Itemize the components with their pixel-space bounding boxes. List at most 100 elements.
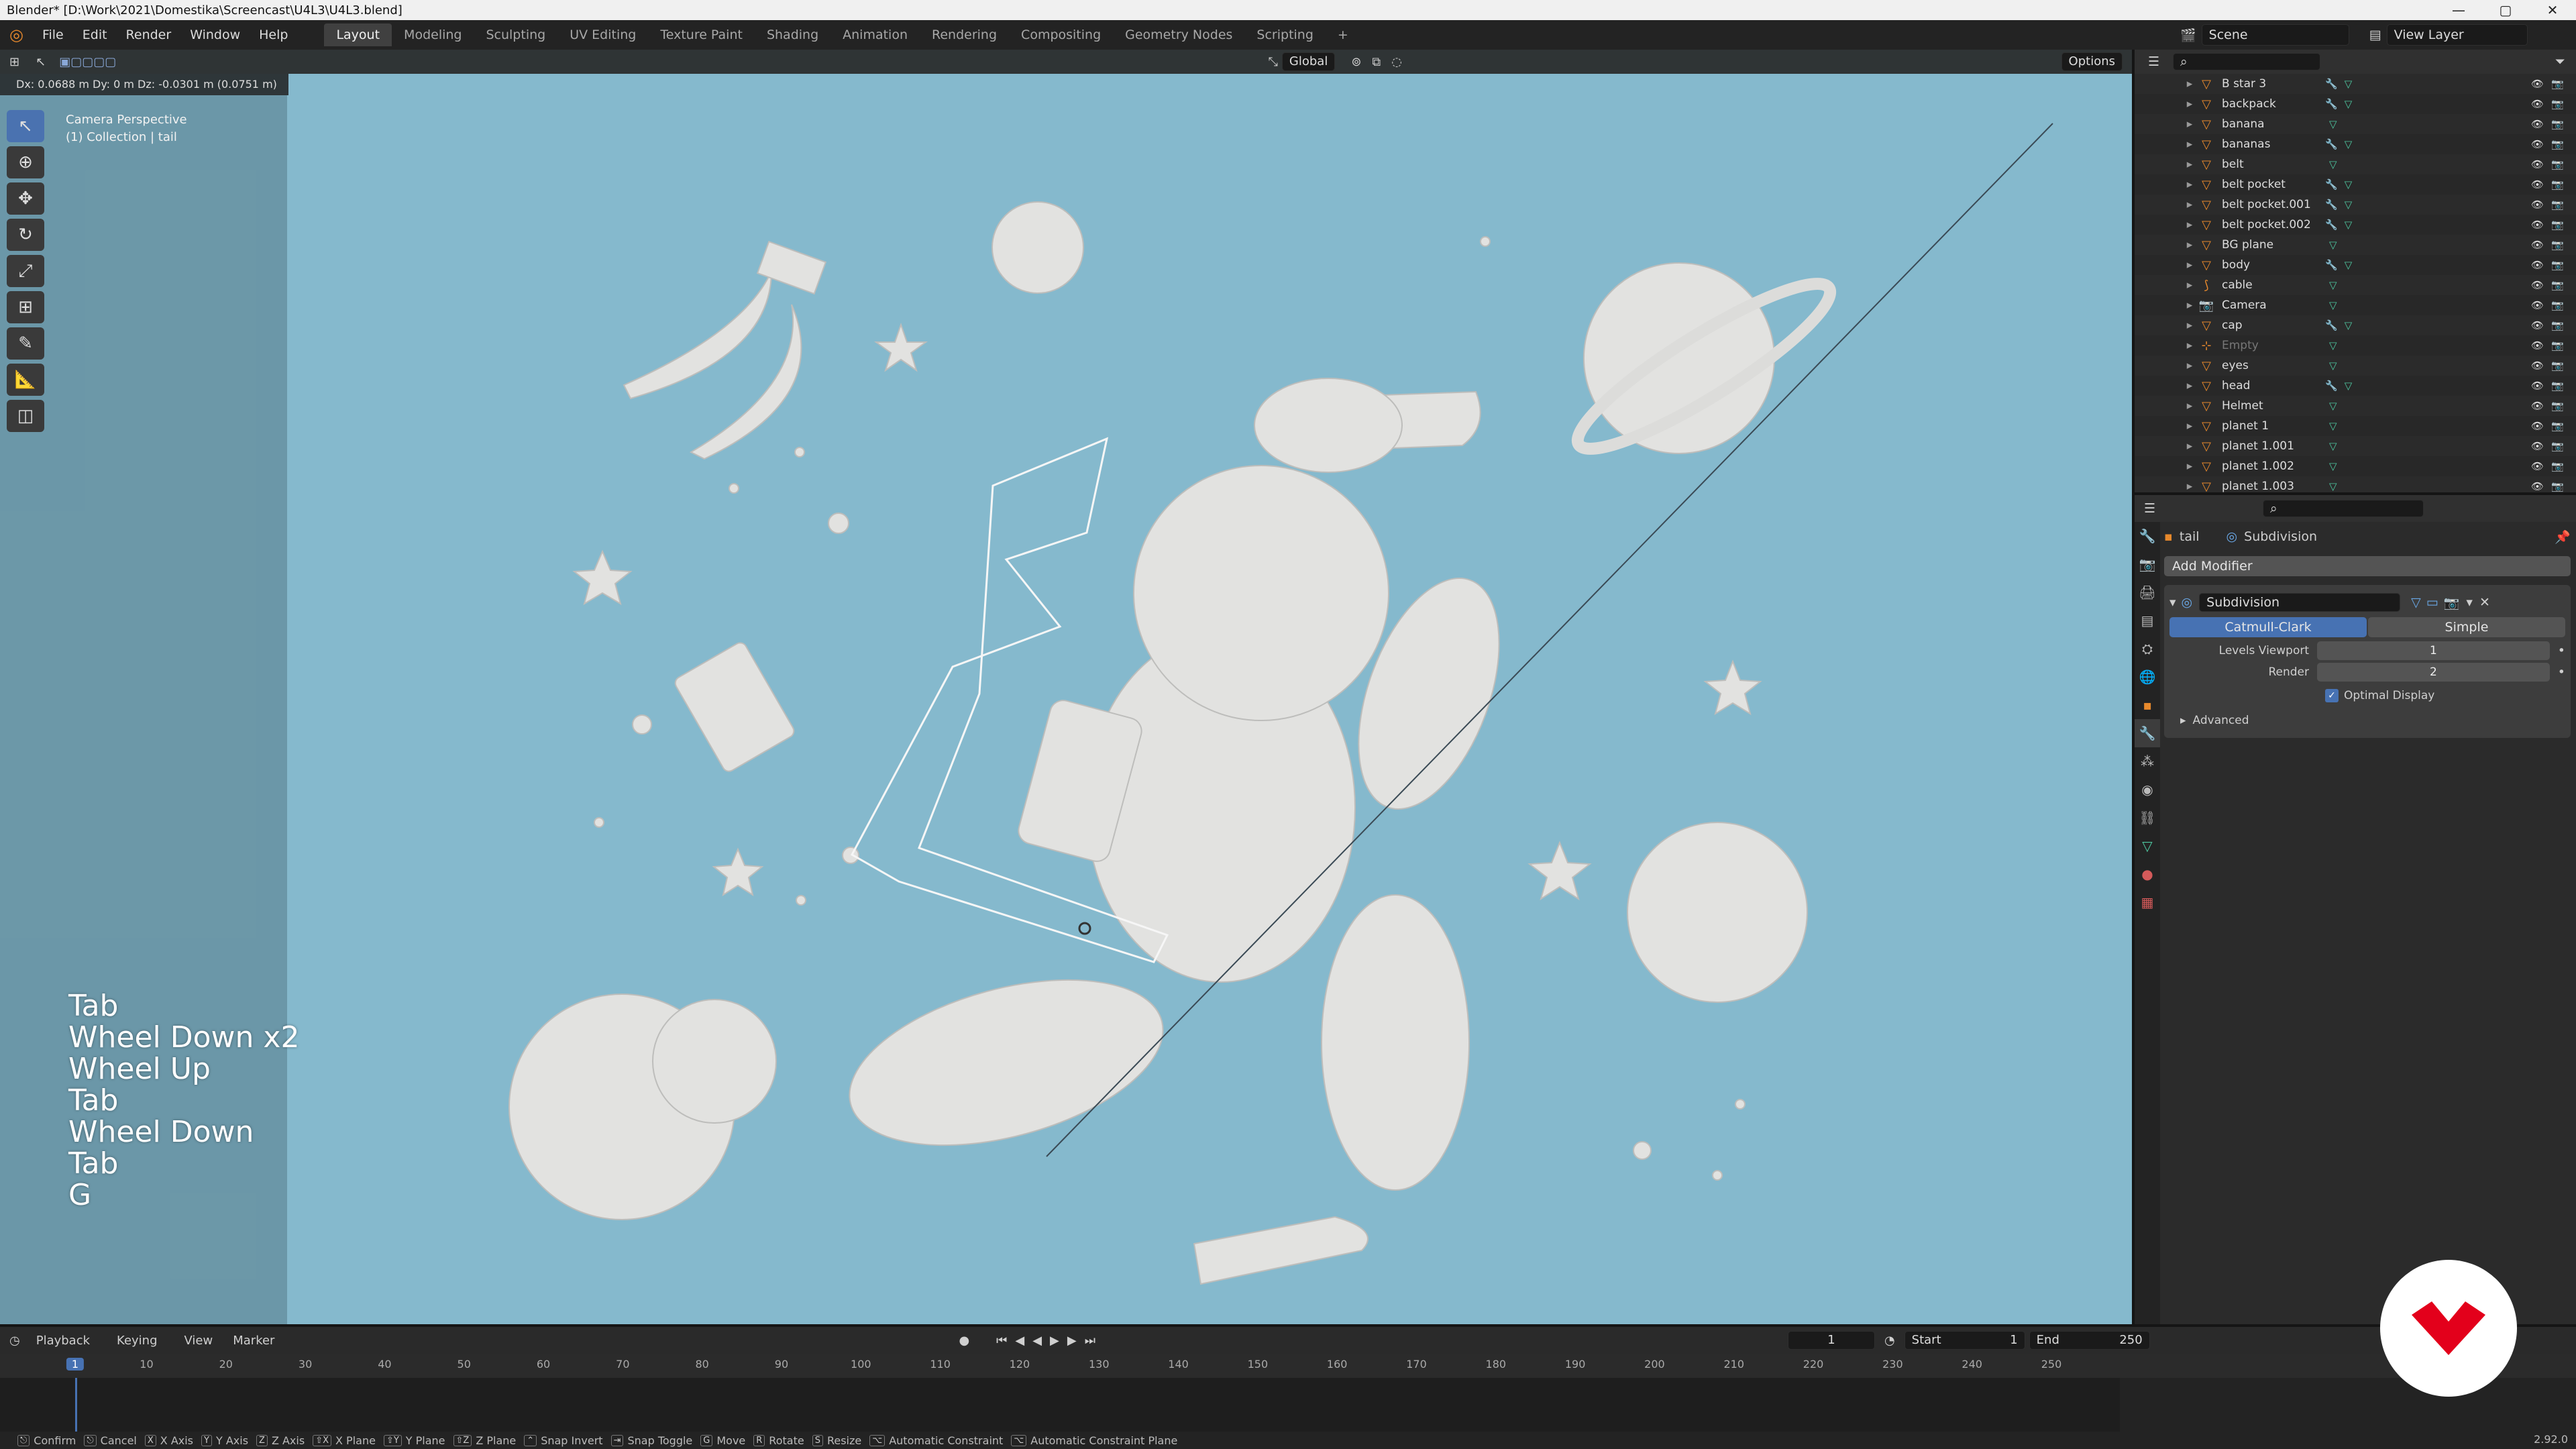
catmull-clark-button[interactable]: Catmull-Clark [2169,617,2367,637]
properties-editor-icon[interactable]: ☰ [2144,501,2155,516]
workspace-tab-scripting[interactable]: Scripting [1244,23,1326,46]
visibility-eye-icon[interactable]: 👁 [2531,360,2544,372]
marker-menu[interactable]: Marker [233,1334,274,1348]
expand-arrow-icon[interactable]: ▸ [2182,359,2198,372]
expand-arrow-icon[interactable]: ▸ [2182,97,2198,111]
preview-range-icon[interactable]: ◔ [1884,1334,1895,1348]
outliner-row-name[interactable]: eyes [2222,359,2322,372]
modifier-wrench-icon[interactable]: 🔧 [2325,219,2338,231]
modifier-wrench-icon[interactable]: 🔧 [2325,380,2338,392]
keyframe-dot-icon[interactable]: • [2558,643,2565,658]
outliner-row[interactable]: ▸ ▽ BG plane ▽ 👁 📷 [2135,235,2576,255]
menu-edit[interactable]: Edit [73,28,117,42]
modifier-wrench-icon[interactable]: 🔧 [2325,78,2338,90]
expand-arrow-icon[interactable]: ▸ [2182,77,2198,91]
outliner-row[interactable]: ▸ ▽ planet 1.002 ▽ 👁 📷 [2135,456,2576,476]
visibility-eye-icon[interactable]: 👁 [2531,98,2544,110]
visibility-eye-icon[interactable]: 👁 [2531,158,2544,170]
selection-mode-buttons[interactable]: ▣▢▢▢▢ [52,55,123,69]
workspace-tab-texture-paint[interactable]: Texture Paint [648,23,755,46]
render-camera-icon[interactable]: 📷 [2551,78,2564,90]
modifier-tab-icon[interactable]: 🔧 [2135,719,2160,747]
expand-arrow-icon[interactable]: ▸ [2182,178,2198,191]
expand-arrow-icon[interactable]: ▸ [2182,480,2198,493]
modifier-wrench-icon[interactable]: 🔧 [2325,178,2338,191]
playhead-line[interactable] [75,1378,77,1434]
outliner-row[interactable]: ▸ ▽ backpack 🔧 ▽ 👁 📷 [2135,94,2576,114]
timeline-track-area[interactable] [0,1378,2120,1434]
outliner-row[interactable]: ▸ ▽ B star 3 🔧 ▽ 👁 📷 [2135,74,2576,94]
outliner-row[interactable]: ▸ ▽ eyes ▽ 👁 📷 [2135,356,2576,376]
outliner-search-input[interactable]: ⌕ [2173,53,2321,70]
minimize-button[interactable]: — [2435,0,2482,20]
outliner-row[interactable]: ▸ ▽ belt pocket 🔧 ▽ 👁 📷 [2135,174,2576,195]
render-camera-icon[interactable]: 📷 [2551,339,2564,352]
render-camera-icon[interactable]: 📷 [2551,118,2564,130]
display-mode-icon[interactable]: ☰ [2148,54,2159,69]
mesh-data-icon[interactable]: ▽ [2329,339,2337,352]
tool-tab-icon[interactable]: 🔧 [2135,522,2160,550]
mesh-data-icon[interactable]: ▽ [2345,78,2353,90]
menu-help[interactable]: Help [250,28,297,42]
render-camera-icon[interactable]: 📷 [2551,360,2564,372]
render-camera-icon[interactable]: 📷 [2551,138,2564,150]
render-camera-icon[interactable]: 📷 [2551,239,2564,251]
expand-arrow-icon[interactable]: ▸ [2182,399,2198,413]
measure-tool-icon[interactable]: 📐 [7,364,44,396]
render-camera-icon[interactable]: 📷 [2551,380,2564,392]
levels-viewport-field[interactable]: 1 [2317,641,2550,660]
workspace-tab-layout[interactable]: Layout [324,23,392,46]
render-camera-icon[interactable]: 📷 [2551,98,2564,110]
snap-icon[interactable]: ⧉ [1366,55,1386,69]
outliner-row[interactable]: ▸ ▽ planet 1 ▽ 👁 📷 [2135,416,2576,436]
expand-arrow-icon[interactable]: ▸ [2182,198,2198,211]
transform-orientation-dropdown[interactable]: Global [1281,52,1336,71]
render-tab-icon[interactable]: 📷 [2135,550,2160,578]
outliner-row[interactable]: ▸ ▽ belt pocket.002 🔧 ▽ 👁 📷 [2135,215,2576,235]
outliner-row-name[interactable]: BG plane [2222,238,2322,252]
render-camera-icon[interactable]: 📷 [2551,400,2564,412]
outliner-row-name[interactable]: body [2222,258,2322,272]
visibility-eye-icon[interactable]: 👁 [2531,299,2544,311]
scene-field[interactable]: Scene [2201,24,2349,46]
workspace-tab-rendering[interactable]: Rendering [920,23,1009,46]
outliner-row[interactable]: ▸ ▽ cap 🔧 ▽ 👁 📷 [2135,315,2576,335]
view-layer-tab-icon[interactable]: ▤ [2135,606,2160,635]
transform-tool-icon[interactable]: ⊞ [7,291,44,323]
outliner-row-name[interactable]: backpack [2222,97,2322,111]
visibility-eye-icon[interactable]: 👁 [2531,420,2544,432]
menu-window[interactable]: Window [180,28,250,42]
outliner-row[interactable]: ▸ ⊹ Empty ▽ 👁 📷 [2135,335,2576,356]
remove-modifier-icon[interactable]: ✕ [2479,595,2490,610]
outliner-row-name[interactable]: Helmet [2222,399,2322,413]
playback-controls[interactable]: ⏮◀◀▶▶⏭ [996,1334,1104,1348]
visibility-eye-icon[interactable]: 👁 [2531,259,2544,271]
expand-arrow-icon[interactable]: ▸ [2182,319,2198,332]
visibility-eye-icon[interactable]: 👁 [2531,138,2544,150]
mesh-data-icon[interactable]: ▽ [2329,118,2337,130]
modifier-wrench-icon[interactable]: 🔧 [2325,199,2338,211]
expand-arrow-icon[interactable]: ▸ [2182,218,2198,231]
record-button-icon[interactable]: ● [959,1334,969,1348]
outliner-row[interactable]: ▸ ▽ Helmet ▽ 👁 📷 [2135,396,2576,416]
expand-arrow-icon[interactable]: ▸ [2182,238,2198,252]
render-camera-icon[interactable]: 📷 [2551,460,2564,472]
mesh-data-icon[interactable]: ▽ [2345,138,2353,150]
expand-arrow-icon[interactable]: ▸ [2180,714,2186,727]
optimal-display-checkbox[interactable]: ✓ [2325,689,2339,702]
outliner-row-name[interactable]: planet 1 [2222,419,2322,433]
current-frame-field[interactable]: 1 [1787,1331,1875,1350]
render-camera-icon[interactable]: 📷 [2551,158,2564,170]
visibility-eye-icon[interactable]: 👁 [2531,319,2544,331]
outliner-row-name[interactable]: belt pocket.001 [2222,198,2322,211]
outliner-row[interactable]: ▸ ▽ planet 1.001 ▽ 👁 📷 [2135,436,2576,456]
filter-icon[interactable]: ⏷ [2555,54,2565,69]
render-camera-icon[interactable]: 📷 [2551,219,2564,231]
mesh-data-icon[interactable]: ▽ [2329,239,2337,251]
visibility-eye-icon[interactable]: 👁 [2531,178,2544,191]
mesh-data-icon[interactable]: ▽ [2345,319,2353,331]
outliner-row-name[interactable]: planet 1.001 [2222,439,2322,453]
outliner-row-name[interactable]: belt pocket.002 [2222,218,2322,231]
render-camera-icon[interactable]: 📷 [2551,319,2564,331]
data-tab-icon[interactable]: ▽ [2135,832,2160,860]
